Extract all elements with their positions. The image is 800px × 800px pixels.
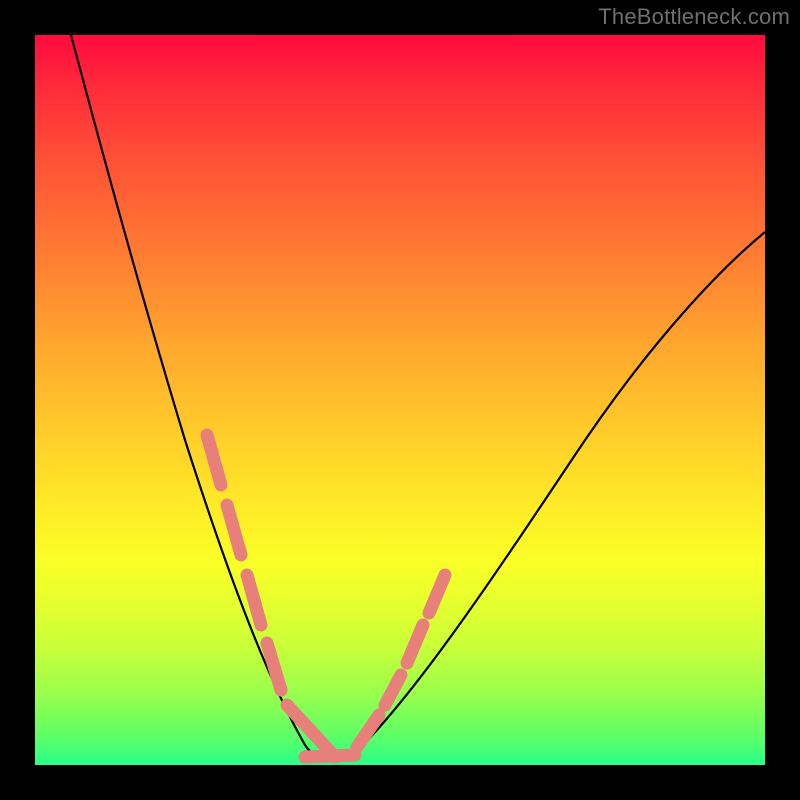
- plot-area: [35, 35, 765, 765]
- chart-frame: TheBottleneck.com: [0, 0, 800, 800]
- curve-svg: [35, 35, 765, 765]
- pink-highlight-group: [207, 435, 445, 757]
- watermark-text: TheBottleneck.com: [598, 4, 790, 30]
